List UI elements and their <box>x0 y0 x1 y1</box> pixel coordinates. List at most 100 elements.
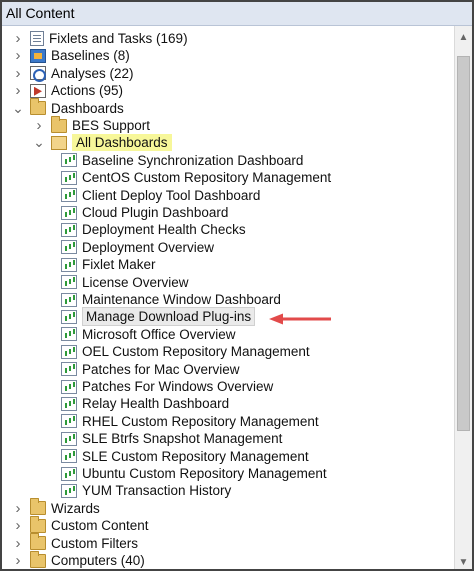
tree-item-label: SLE Custom Repository Management <box>82 448 309 464</box>
tree-item[interactable]: › Fixlets and Tasks (169) <box>12 30 188 47</box>
tree-item[interactable]: Deployment Overview <box>49 239 214 256</box>
folder-icon <box>30 533 46 551</box>
tree-item[interactable]: › Custom Filters <box>12 533 139 552</box>
tree-item[interactable]: Relay Health Dashboard <box>49 395 229 412</box>
tree-item-label: Maintenance Window Dashboard <box>82 292 281 307</box>
tree-item-label: Fixlet Maker <box>82 257 156 273</box>
action-icon <box>30 83 46 98</box>
dashboard-icon <box>61 431 77 446</box>
dashboard-icon <box>61 362 77 377</box>
tree-item-label: SLE Btrfs Snapshot Management <box>82 431 283 447</box>
tree-item[interactable]: Patches for Mac Overview <box>49 361 240 378</box>
tree-item[interactable]: Ubuntu Custom Repository Management <box>49 465 327 482</box>
tree-item[interactable]: › Actions (95) <box>12 82 124 99</box>
tree-item-label: Computers (40) <box>51 553 145 568</box>
tree-item[interactable]: RHEL Custom Repository Management <box>49 413 319 430</box>
tree-item[interactable]: Patches For Windows Overview <box>49 378 273 395</box>
panel-title: All Content <box>2 2 472 26</box>
tree-item[interactable]: › Custom Content <box>12 515 149 534</box>
tree-item[interactable]: ⌄ All Dashboards <box>33 134 172 152</box>
tree-item[interactable]: Baseline Synchronization Dashboard <box>49 152 303 169</box>
tree-item-label: Baseline Synchronization Dashboard <box>82 152 304 168</box>
chevron-right-icon[interactable]: › <box>12 65 24 82</box>
tree-item[interactable]: Deployment Health Checks <box>49 221 246 238</box>
tree-item-label: Fixlets and Tasks (169) <box>49 31 188 46</box>
dashboard-icon <box>61 188 77 203</box>
tree-item-label: OEL Custom Repository Management <box>82 344 310 360</box>
dashboard-icon <box>61 379 77 394</box>
tree-item-label: Patches For Windows Overview <box>82 379 274 394</box>
tree-item-label: Microsoft Office Overview <box>82 326 236 342</box>
tree-item[interactable]: Microsoft Office Overview <box>49 326 236 343</box>
tree-item[interactable]: SLE Btrfs Snapshot Management <box>49 430 282 447</box>
dashboard-icon <box>61 449 77 464</box>
dashboard-icon <box>61 396 77 411</box>
scroll-up-icon[interactable]: ▲ <box>455 28 472 46</box>
chevron-right-icon[interactable]: › <box>33 117 45 134</box>
tree-item[interactable]: › Baselines (8) <box>12 47 130 64</box>
tree-item-label: License Overview <box>82 274 189 290</box>
folder-icon <box>30 515 46 533</box>
scroll-down-icon[interactable]: ▼ <box>455 553 472 569</box>
dashboard-icon <box>61 327 77 342</box>
dashboard-icon <box>61 275 77 290</box>
analysis-icon <box>30 66 46 83</box>
tree-item-label: Custom Content <box>51 518 149 534</box>
tree-item[interactable]: CentOS Custom Repository Management <box>49 169 331 186</box>
dashboard-icon <box>61 309 77 324</box>
tree-item-label: Deployment Health Checks <box>82 222 246 238</box>
tree-item[interactable]: › Computers (40) <box>12 550 145 569</box>
baseline-icon <box>30 48 46 63</box>
chevron-right-icon[interactable]: › <box>12 500 24 517</box>
dashboard-icon <box>61 344 77 359</box>
chevron-right-icon[interactable]: › <box>12 552 24 569</box>
tree-item[interactable]: ⌄ Dashboards <box>12 98 124 117</box>
tree-item-label: Custom Filters <box>51 535 139 551</box>
tree-item[interactable]: Client Deploy Tool Dashboard <box>49 187 260 204</box>
content-tree: › Fixlets and Tasks (169) › Baselines (8) › A… <box>2 30 452 569</box>
tree-item-label: BES Support <box>72 118 151 133</box>
tree-item[interactable]: Manage Download Plug-ins <box>49 307 256 327</box>
tree-item[interactable]: › Analyses (22) <box>12 65 134 83</box>
content-tree-panel: All Content › Fixlets and Tasks (169) › Bas… <box>0 0 474 571</box>
dashboard-icon <box>61 257 77 272</box>
pointer-arrow <box>269 313 331 325</box>
tree-item-label: Actions (95) <box>51 83 124 99</box>
chevron-down-icon[interactable]: ⌄ <box>12 100 24 117</box>
folder-icon <box>30 498 46 516</box>
tree-item-label: YUM Transaction History <box>82 483 232 499</box>
scroll-thumb[interactable] <box>457 56 470 432</box>
dashboard-icon <box>61 170 77 185</box>
tree-item[interactable]: Cloud Plugin Dashboard <box>49 204 228 221</box>
tree-item[interactable]: › BES Support <box>33 115 151 134</box>
chevron-right-icon[interactable]: › <box>12 535 24 552</box>
tree-item-label: CentOS Custom Repository Management <box>82 170 332 186</box>
chevron-right-icon[interactable]: › <box>12 82 24 99</box>
folder-icon <box>51 115 67 133</box>
chevron-right-icon[interactable]: › <box>12 517 24 534</box>
dashboard-icon <box>61 240 77 255</box>
tree-item[interactable]: OEL Custom Repository Management <box>49 343 310 360</box>
tree-item-label: Patches for Mac Overview <box>82 361 240 377</box>
dashboard-icon <box>61 222 77 237</box>
tree-item-label: RHEL Custom Repository Management <box>82 413 319 429</box>
chevron-right-icon[interactable]: › <box>12 47 24 64</box>
tree-item[interactable]: Fixlet Maker <box>49 256 156 273</box>
folder-open-icon <box>51 135 67 150</box>
tree-item[interactable]: Maintenance Window Dashboard <box>49 291 281 308</box>
chevron-down-icon[interactable]: ⌄ <box>33 134 45 151</box>
tree-item[interactable]: License Overview <box>49 274 189 291</box>
dashboard-icon <box>61 153 77 168</box>
dashboard-icon <box>61 483 77 498</box>
fixlet-icon <box>30 31 44 46</box>
tree-item[interactable]: YUM Transaction History <box>49 482 231 499</box>
tree-item-label: Ubuntu Custom Repository Management <box>82 466 327 481</box>
tree-item-label: Dashboards <box>51 100 124 116</box>
folder-icon <box>30 550 46 568</box>
vertical-scrollbar[interactable]: ▲ ▼ <box>454 26 472 569</box>
tree-item[interactable]: SLE Custom Repository Management <box>49 448 309 465</box>
chevron-right-icon[interactable]: › <box>12 30 24 47</box>
tree-item[interactable]: › Wizards <box>12 498 100 517</box>
tree-item-label: All Dashboards <box>72 134 172 152</box>
tree-item-label: Wizards <box>51 500 100 516</box>
